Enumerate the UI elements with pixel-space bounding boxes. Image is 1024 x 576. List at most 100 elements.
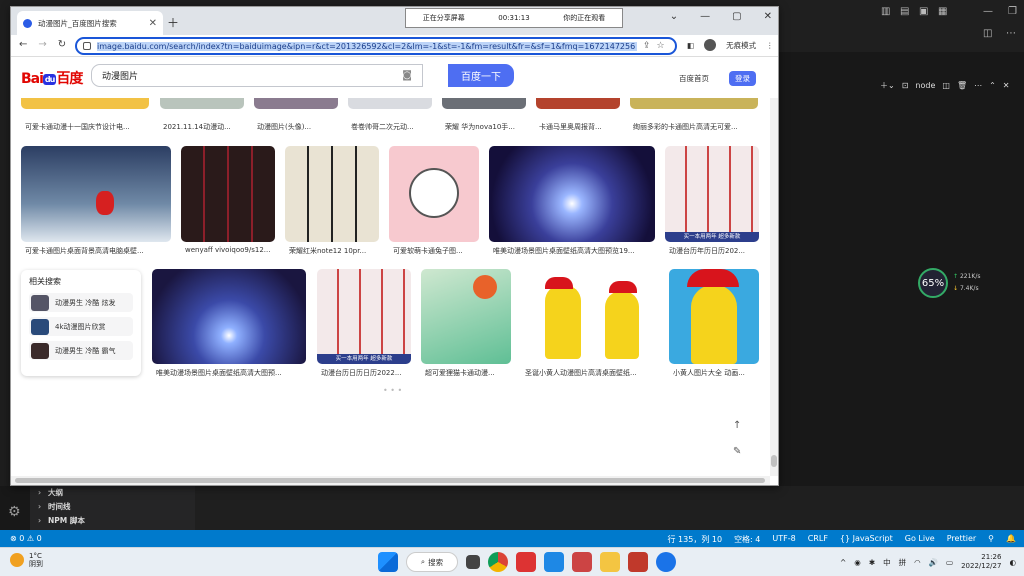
accounts-icon[interactable]: ⚲ bbox=[988, 534, 994, 545]
incognito-avatar[interactable] bbox=[704, 39, 717, 51]
related-item[interactable]: 动漫男生 冷酷 霸气 bbox=[29, 341, 133, 360]
reload-button[interactable]: ↻ bbox=[58, 39, 66, 50]
result-image[interactable] bbox=[489, 146, 655, 242]
result-image[interactable] bbox=[389, 146, 479, 242]
window-minimize-icon[interactable]: — bbox=[983, 6, 993, 17]
result-caption[interactable]: 2021.11.14动漫动... bbox=[163, 122, 243, 132]
tab-search-icon[interactable]: ⌄ bbox=[670, 11, 678, 22]
result-image[interactable] bbox=[152, 269, 306, 364]
back-to-top-icon[interactable]: ↑ bbox=[733, 420, 741, 431]
maximize-button[interactable]: ▢ bbox=[732, 11, 741, 22]
taskbar-search[interactable]: ⌕ 搜索 bbox=[406, 552, 458, 572]
media-icon[interactable] bbox=[628, 552, 648, 572]
settings-gear-icon[interactable]: ⚙ bbox=[8, 504, 21, 520]
prettier-status[interactable]: Prettier bbox=[947, 534, 976, 545]
app-icon[interactable] bbox=[516, 552, 536, 572]
customize-layout-icon[interactable]: ▦ bbox=[938, 6, 947, 17]
related-item[interactable]: 4k动漫图片欣赏 bbox=[29, 317, 133, 336]
language-status[interactable]: {} JavaScript bbox=[840, 534, 893, 545]
npm-scripts-section[interactable]: › NPM 脚本 bbox=[38, 514, 188, 528]
add-terminal-icon[interactable]: ＋⌄ bbox=[880, 80, 895, 91]
eol-status[interactable]: CRLF bbox=[808, 534, 828, 545]
result-caption[interactable]: 动漫台历年历日历202... bbox=[669, 246, 759, 256]
menu-icon[interactable]: ⋮ bbox=[766, 41, 774, 50]
outline-section[interactable]: › 大纲 bbox=[38, 486, 188, 500]
share-icon[interactable]: ⇪ bbox=[643, 41, 651, 51]
result-caption[interactable]: 荣耀红米note12 10pr... bbox=[289, 246, 379, 256]
notes-icon[interactable] bbox=[572, 552, 592, 572]
result-caption[interactable]: 卡通马里奥周报背... bbox=[539, 122, 619, 132]
baidu-logo[interactable]: Bai du 百度 bbox=[21, 68, 83, 88]
encoding-status[interactable]: UTF-8 bbox=[772, 534, 795, 545]
close-window-button[interactable]: ✕ bbox=[764, 11, 772, 22]
more-actions-icon[interactable]: ⋯ bbox=[1006, 28, 1016, 39]
tray-bluetooth-icon[interactable]: ✱ bbox=[869, 558, 875, 567]
related-item[interactable]: 动漫男生 冷酷 炫发 bbox=[29, 293, 133, 312]
result-caption[interactable]: 可爱卡通图片桌面背景高清电脑桌壁... bbox=[25, 246, 171, 256]
chrome-icon[interactable] bbox=[488, 552, 508, 572]
start-icon[interactable] bbox=[378, 552, 398, 572]
result-image[interactable] bbox=[21, 98, 149, 109]
notification-center-icon[interactable]: ◐ bbox=[1009, 558, 1016, 567]
result-image[interactable] bbox=[669, 269, 759, 364]
weather-widget[interactable]: 1°C 阴到 bbox=[10, 552, 43, 568]
battery-icon[interactable]: ▭ bbox=[946, 558, 953, 567]
split-editor-icon[interactable]: ◫ bbox=[983, 28, 992, 39]
result-caption[interactable]: wenyaff vivoiqoo9/s12... bbox=[185, 246, 275, 254]
result-caption[interactable]: 绚丽多彩的卡通图片高清无可爱... bbox=[633, 122, 757, 132]
result-caption[interactable]: 小黄人图片大全 动画... bbox=[673, 368, 759, 378]
result-caption[interactable]: 动漫台历日历日历2022... bbox=[321, 368, 411, 378]
home-link[interactable]: 百度首页 bbox=[679, 73, 709, 84]
browser-icon[interactable] bbox=[656, 552, 676, 572]
bookmark-star-icon[interactable]: ☆ bbox=[657, 41, 665, 51]
result-image[interactable] bbox=[160, 98, 244, 109]
profile-label[interactable]: 无痕模式 bbox=[726, 40, 756, 51]
notifications-icon[interactable]: 🔔 bbox=[1006, 534, 1016, 545]
result-image[interactable] bbox=[21, 146, 171, 242]
minimize-button[interactable]: — bbox=[700, 11, 710, 22]
wifi-icon[interactable]: ◠ bbox=[914, 558, 921, 567]
tray-app-icon[interactable]: ◉ bbox=[854, 558, 861, 567]
result-image[interactable]: 买一本用两年 超多新款 bbox=[665, 146, 759, 242]
result-caption[interactable]: 卷卷帅哥二次元动... bbox=[351, 122, 431, 132]
result-image[interactable] bbox=[521, 269, 659, 364]
vscode-icon[interactable] bbox=[544, 552, 564, 572]
more-icon[interactable]: ⋯ bbox=[974, 81, 982, 90]
vertical-scrollbar[interactable] bbox=[770, 98, 778, 476]
result-image[interactable]: 买一本用两年 超多新款 bbox=[317, 269, 411, 364]
result-caption[interactable]: 唯美动漫场景图片桌面壁纸高清大图预览19... bbox=[493, 246, 655, 256]
new-tab-button[interactable]: ＋ bbox=[167, 14, 179, 31]
layout-panel-icon[interactable]: ▤ bbox=[900, 6, 909, 17]
layout-icon[interactable]: ▥ bbox=[881, 6, 890, 17]
timeline-section[interactable]: › 时间线 bbox=[38, 500, 188, 514]
chevron-up-icon[interactable]: ⌃ bbox=[989, 81, 996, 90]
result-caption[interactable]: 动漫图片(头像)... bbox=[257, 122, 337, 132]
address-bar[interactable]: image.baidu.com/search/index?tn=baiduima… bbox=[75, 37, 677, 55]
task-view-icon[interactable] bbox=[466, 555, 480, 569]
camera-icon[interactable]: ◙ bbox=[402, 70, 412, 81]
window-restore-icon[interactable]: ❐ bbox=[1008, 6, 1017, 17]
url-text[interactable]: image.baidu.com/search/index?tn=baiduima… bbox=[97, 41, 637, 51]
result-image[interactable] bbox=[181, 146, 275, 242]
layout-sidebar-icon[interactable]: ▣ bbox=[919, 6, 928, 17]
result-caption[interactable]: 唯美动漫场景图片桌面壁纸高清大图预... bbox=[156, 368, 306, 378]
search-input[interactable]: 动漫图片 ◙ bbox=[91, 64, 423, 87]
result-image[interactable] bbox=[536, 98, 620, 109]
search-button[interactable]: 百度一下 bbox=[448, 64, 514, 87]
terminal-name[interactable]: node bbox=[915, 81, 935, 90]
split-terminal-icon[interactable]: ◫ bbox=[942, 81, 950, 90]
share-status[interactable]: 你的正在观看 bbox=[563, 13, 605, 23]
result-caption[interactable]: 超可爱狸猫卡通动漫... bbox=[425, 368, 511, 378]
result-image[interactable] bbox=[285, 146, 379, 242]
chevron-up-icon[interactable]: ^ bbox=[840, 558, 846, 567]
result-image[interactable] bbox=[421, 269, 511, 364]
scrollbar-thumb[interactable] bbox=[771, 455, 777, 467]
result-caption[interactable]: 荣耀 华为nova10手... bbox=[445, 122, 525, 132]
tab-active[interactable]: 动漫图片_百度图片搜索 ✕ bbox=[17, 11, 163, 35]
clock[interactable]: 21:26 2022/12/27 bbox=[961, 553, 1001, 571]
horizontal-scrollbar[interactable] bbox=[11, 476, 770, 485]
back-button[interactable]: ← bbox=[19, 39, 27, 50]
forward-button[interactable]: → bbox=[38, 39, 46, 50]
feedback-edit-icon[interactable]: ✎ bbox=[733, 446, 741, 457]
lock-icon[interactable] bbox=[83, 42, 91, 50]
